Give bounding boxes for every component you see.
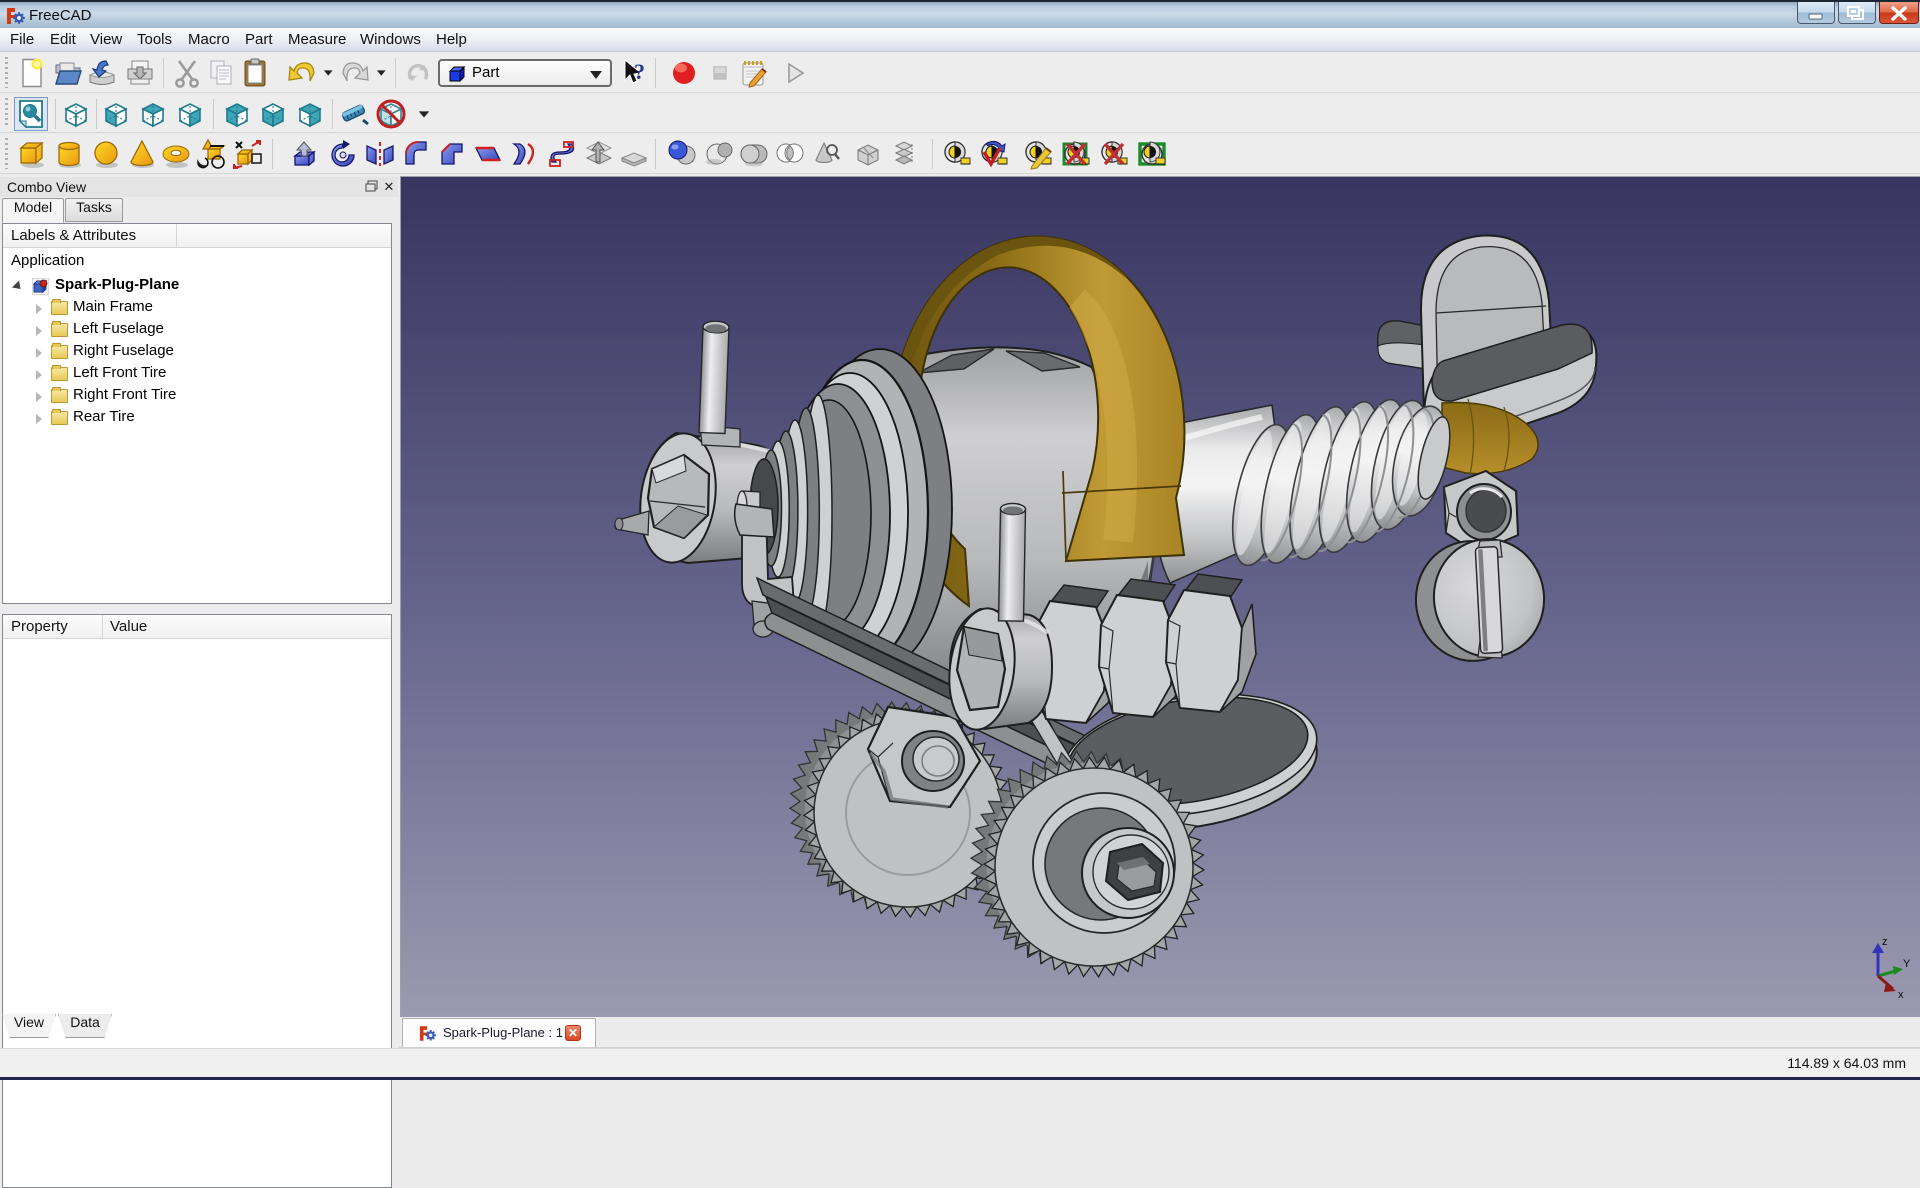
svg-text:z: z bbox=[1882, 936, 1888, 948]
svg-text:Y: Y bbox=[1903, 958, 1911, 970]
svg-text:?: ? bbox=[634, 59, 645, 84]
svg-text:x: x bbox=[1898, 989, 1904, 1001]
